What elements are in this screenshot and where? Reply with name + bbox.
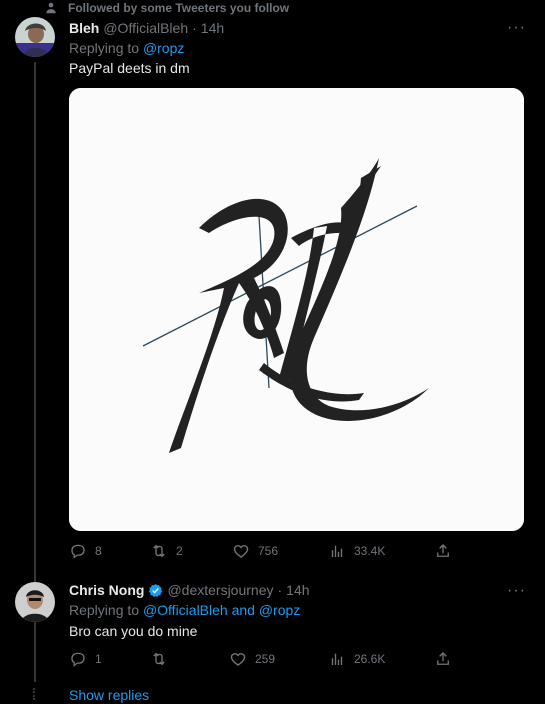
views-count: 33.4K — [354, 544, 386, 558]
tweet-text: PayPal deets in dm — [69, 60, 190, 76]
tweet-header: Chris Nong @dextersjourney · 14h — [69, 582, 310, 598]
mention-link[interactable]: @OfficialBleh and @ropz — [143, 602, 300, 618]
tweet-text: Bro can you do mine — [69, 623, 198, 639]
avatar[interactable] — [15, 582, 55, 622]
reply-button[interactable]: 8 — [69, 542, 102, 560]
share-icon — [437, 544, 449, 557]
show-replies-link[interactable]: Show replies — [69, 687, 149, 703]
views-icon — [331, 653, 343, 665]
reply-icon — [71, 544, 85, 559]
display-name[interactable]: Chris Nong — [69, 582, 144, 598]
handle[interactable]: @OfficialBleh — [103, 20, 188, 36]
separator: · — [192, 20, 197, 36]
views-button[interactable]: 26.6K — [328, 650, 385, 668]
reply-icon — [71, 652, 85, 667]
separator: · — [277, 582, 283, 598]
replying-to-prefix: Replying to — [69, 602, 140, 618]
like-count: 259 — [255, 652, 276, 666]
display-name[interactable]: Bleh — [69, 20, 99, 36]
timestamp[interactable]: 14h — [201, 20, 224, 36]
like-icon — [233, 545, 249, 558]
replying-to-prefix: Replying to — [69, 40, 140, 56]
social-context: Followed by some Tweeters you follow — [44, 0, 289, 16]
views-button[interactable]: 33.4K — [328, 542, 385, 560]
more-icon[interactable]: ··· — [507, 583, 526, 599]
share-button[interactable] — [434, 650, 452, 668]
replying-to: Replying to @ropz — [69, 40, 184, 56]
like-icon — [230, 653, 246, 666]
reply-button[interactable]: 1 — [69, 650, 102, 668]
social-context-text: Followed by some Tweeters you follow — [68, 1, 290, 15]
retweet-button[interactable] — [150, 650, 176, 668]
replying-to: Replying to @OfficialBleh and @ropz — [69, 602, 300, 618]
tweet-actions: 8 2 756 33.4K — [0, 541, 545, 561]
verified-icon — [149, 583, 163, 597]
like-button[interactable]: 756 — [232, 542, 278, 560]
avatar[interactable] — [15, 17, 55, 57]
retweet-count: 2 — [176, 544, 183, 558]
thread-dots — [33, 688, 38, 700]
signature-image — [69, 88, 524, 531]
like-count: 756 — [258, 544, 279, 558]
tweet-actions: 1 259 26.6K — [0, 649, 545, 669]
views-icon — [331, 545, 343, 557]
mention-link[interactable]: @ropz — [143, 40, 184, 56]
tweet-image[interactable] — [69, 88, 524, 531]
person-icon — [46, 2, 56, 14]
share-icon — [437, 652, 449, 665]
handle[interactable]: @dextersjourney — [167, 582, 273, 598]
retweet-button[interactable]: 2 — [150, 542, 183, 560]
reply-count: 8 — [95, 544, 102, 558]
timestamp[interactable]: 14h — [286, 582, 309, 598]
retweet-icon — [153, 544, 165, 558]
more-icon[interactable]: ··· — [507, 20, 526, 36]
tweet-header: Bleh @OfficialBleh · 14h — [69, 20, 224, 36]
like-button[interactable]: 259 — [229, 650, 275, 668]
views-count: 26.6K — [354, 652, 386, 666]
retweet-icon — [153, 652, 165, 666]
share-button[interactable] — [434, 542, 452, 560]
reply-count: 1 — [95, 652, 102, 666]
